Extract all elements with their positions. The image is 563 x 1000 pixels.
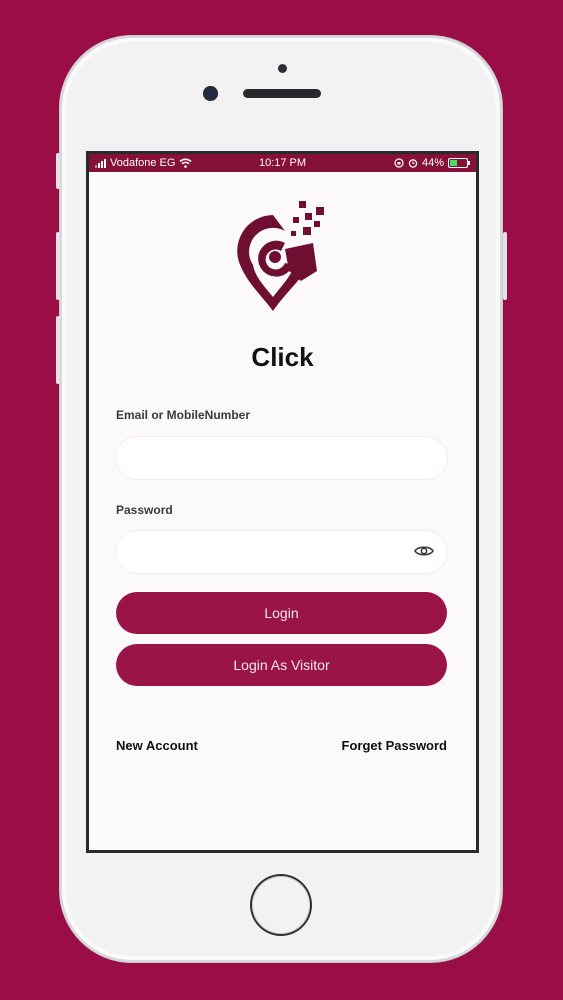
eye-icon[interactable] — [414, 544, 434, 558]
battery-percent: 44% — [421, 157, 444, 169]
password-input[interactable] — [116, 531, 447, 573]
volume-down-button — [56, 316, 60, 384]
silent-switch — [56, 153, 60, 189]
battery-icon — [448, 158, 470, 168]
earpiece-speaker — [243, 89, 321, 98]
email-input[interactable] — [116, 437, 447, 479]
app-title: Click — [251, 342, 314, 372]
power-button — [503, 232, 507, 300]
status-bar: Vodafone EG 10:17 PM 44% — [89, 154, 476, 172]
proximity-sensor — [278, 64, 287, 73]
forget-password-link[interactable]: Forget Password — [342, 738, 447, 753]
login-as-visitor-button[interactable]: Login As Visitor — [116, 644, 447, 686]
login-button[interactable]: Login — [116, 592, 447, 634]
email-label: Email or MobileNumber — [116, 408, 251, 422]
rotation-lock-icon — [394, 158, 404, 168]
front-camera — [203, 86, 218, 101]
volume-up-button — [56, 232, 60, 300]
password-label: Password — [116, 503, 173, 517]
app-screen: Vodafone EG 10:17 PM 44% Click Email or … — [89, 154, 476, 850]
alarm-icon — [408, 159, 418, 168]
new-account-link[interactable]: New Account — [116, 738, 198, 753]
screen: Vodafone EG 10:17 PM 44% Click Email or … — [86, 151, 479, 853]
app-logo-icon — [237, 201, 324, 311]
home-button[interactable] — [252, 876, 310, 934]
